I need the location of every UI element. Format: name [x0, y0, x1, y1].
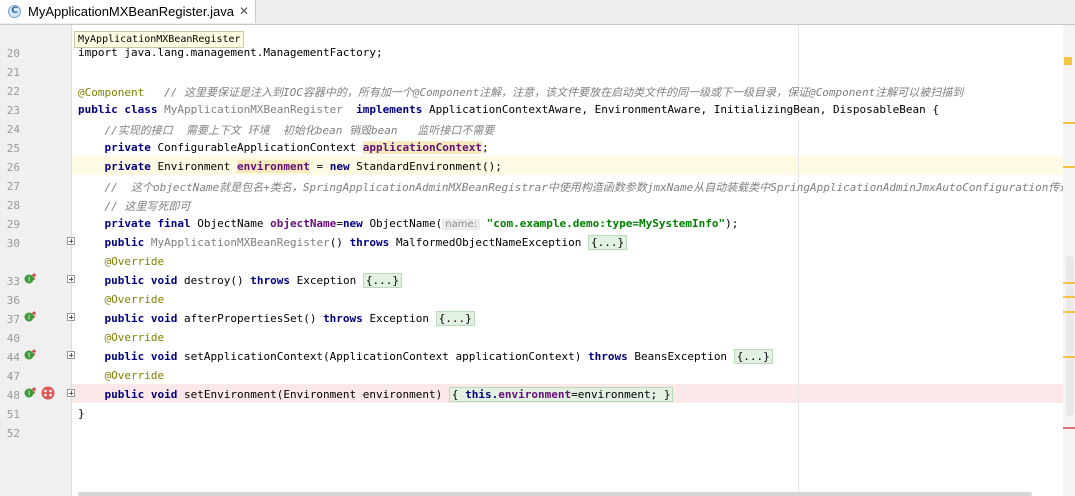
warning-stripe-mark[interactable] — [1063, 166, 1075, 168]
error-stripe-mark[interactable] — [1063, 427, 1075, 429]
java-class-icon: C — [8, 5, 21, 18]
line-number: 24 — [6, 123, 20, 136]
line-number: 36 — [6, 294, 20, 307]
code-line: // 这个objectName就是包名+类名，SpringApplication… — [104, 181, 1075, 194]
fold-toggle[interactable] — [67, 237, 75, 245]
code-line: public void afterPropertiesSet() throws … — [78, 311, 475, 326]
folded-code-block[interactable]: {...} — [733, 349, 773, 364]
code-line: @Override — [104, 369, 165, 382]
line-number: 20 — [6, 47, 20, 60]
editor-tab[interactable]: C MyApplicationMXBeanRegister.java ✕ — [0, 0, 256, 23]
line-number: 21 — [6, 66, 20, 79]
debug-breakpoint-icon[interactable] — [41, 386, 55, 400]
line-number: 51 — [6, 408, 20, 421]
override-method-icon[interactable]: I — [24, 273, 36, 285]
folded-code-block[interactable]: { this.environment=environment; } — [448, 387, 674, 402]
warning-stripe-mark[interactable] — [1063, 311, 1075, 313]
folded-code-block[interactable]: {...} — [435, 311, 475, 326]
line-number: 33 — [6, 275, 20, 288]
override-method-icon[interactable]: I — [24, 311, 36, 323]
warning-stripe-mark[interactable] — [1063, 282, 1075, 284]
line-number: 37 — [6, 313, 20, 326]
code-line: public void destroy() throws Exception {… — [78, 273, 402, 288]
horizontal-scrollbar[interactable] — [78, 492, 1032, 496]
code-line: public MyApplicationMXBeanRegister() thr… — [78, 235, 628, 250]
warning-stripe-mark[interactable] — [1063, 296, 1075, 298]
svg-text:I: I — [28, 314, 30, 322]
line-number: 23 — [6, 104, 20, 117]
fold-toggle[interactable] — [67, 275, 75, 283]
svg-text:I: I — [28, 352, 30, 360]
inspection-status-icon[interactable] — [1064, 57, 1072, 65]
fold-toggle[interactable] — [67, 351, 75, 359]
line-number: 40 — [6, 332, 20, 345]
fold-toggle[interactable] — [67, 313, 75, 321]
line-number: 26 — [6, 161, 20, 174]
line-number: 29 — [6, 218, 20, 231]
line-number: 47 — [6, 370, 20, 383]
line-number: 48 — [6, 389, 20, 402]
code-line: // 这里写死即可 — [104, 200, 191, 213]
code-line: public class MyApplicationMXBeanRegister… — [78, 103, 939, 116]
warning-stripe-mark[interactable] — [1063, 122, 1075, 124]
folded-code-block[interactable]: {...} — [588, 235, 628, 250]
code-line: @Component // 这里要保证是注入到IOC容器中的，所有加一个@Com… — [78, 86, 964, 99]
line-number: 28 — [6, 199, 20, 212]
svg-text:I: I — [28, 390, 30, 398]
tab-title: MyApplicationMXBeanRegister.java — [28, 4, 234, 19]
folded-code-block[interactable]: {...} — [362, 273, 402, 288]
breadcrumb-tooltip: MyApplicationMXBeanRegister — [74, 31, 244, 48]
code-line: public void setApplicationContext(Applic… — [78, 349, 773, 364]
code-line: @Override — [104, 293, 165, 306]
code-line: private final ObjectName objectName=new … — [104, 217, 739, 230]
editor-tab-bar: C MyApplicationMXBeanRegister.java ✕ — [0, 0, 1075, 25]
line-number: 52 — [6, 427, 20, 440]
code-line: //实现的接口 需要上下文 环境 初始化bean 销毁bean 监听接口不需要 — [104, 124, 495, 137]
parameter-name-hint: name: — [442, 219, 481, 230]
code-line: private Environment environment = new St… — [104, 160, 502, 173]
code-line: } — [78, 407, 85, 420]
override-method-icon[interactable]: I — [24, 349, 36, 361]
line-number: 22 — [6, 85, 20, 98]
svg-text:I: I — [28, 276, 30, 284]
code-line: @Override — [104, 331, 165, 344]
close-icon[interactable]: ✕ — [239, 4, 249, 18]
code-line: private ConfigurableApplicationContext a… — [104, 141, 489, 154]
code-line: public void setEnvironment(Environment e… — [78, 387, 674, 402]
override-method-icon[interactable]: I — [24, 387, 36, 399]
scrollbar-thumb[interactable] — [1066, 256, 1074, 416]
line-number: 27 — [6, 180, 20, 193]
line-number: 30 — [6, 237, 20, 250]
fold-toggle[interactable] — [67, 389, 75, 397]
warning-stripe-mark[interactable] — [1063, 356, 1075, 358]
code-line: @Override — [104, 255, 165, 268]
line-number: 25 — [6, 142, 20, 155]
line-number: 44 — [6, 351, 20, 364]
